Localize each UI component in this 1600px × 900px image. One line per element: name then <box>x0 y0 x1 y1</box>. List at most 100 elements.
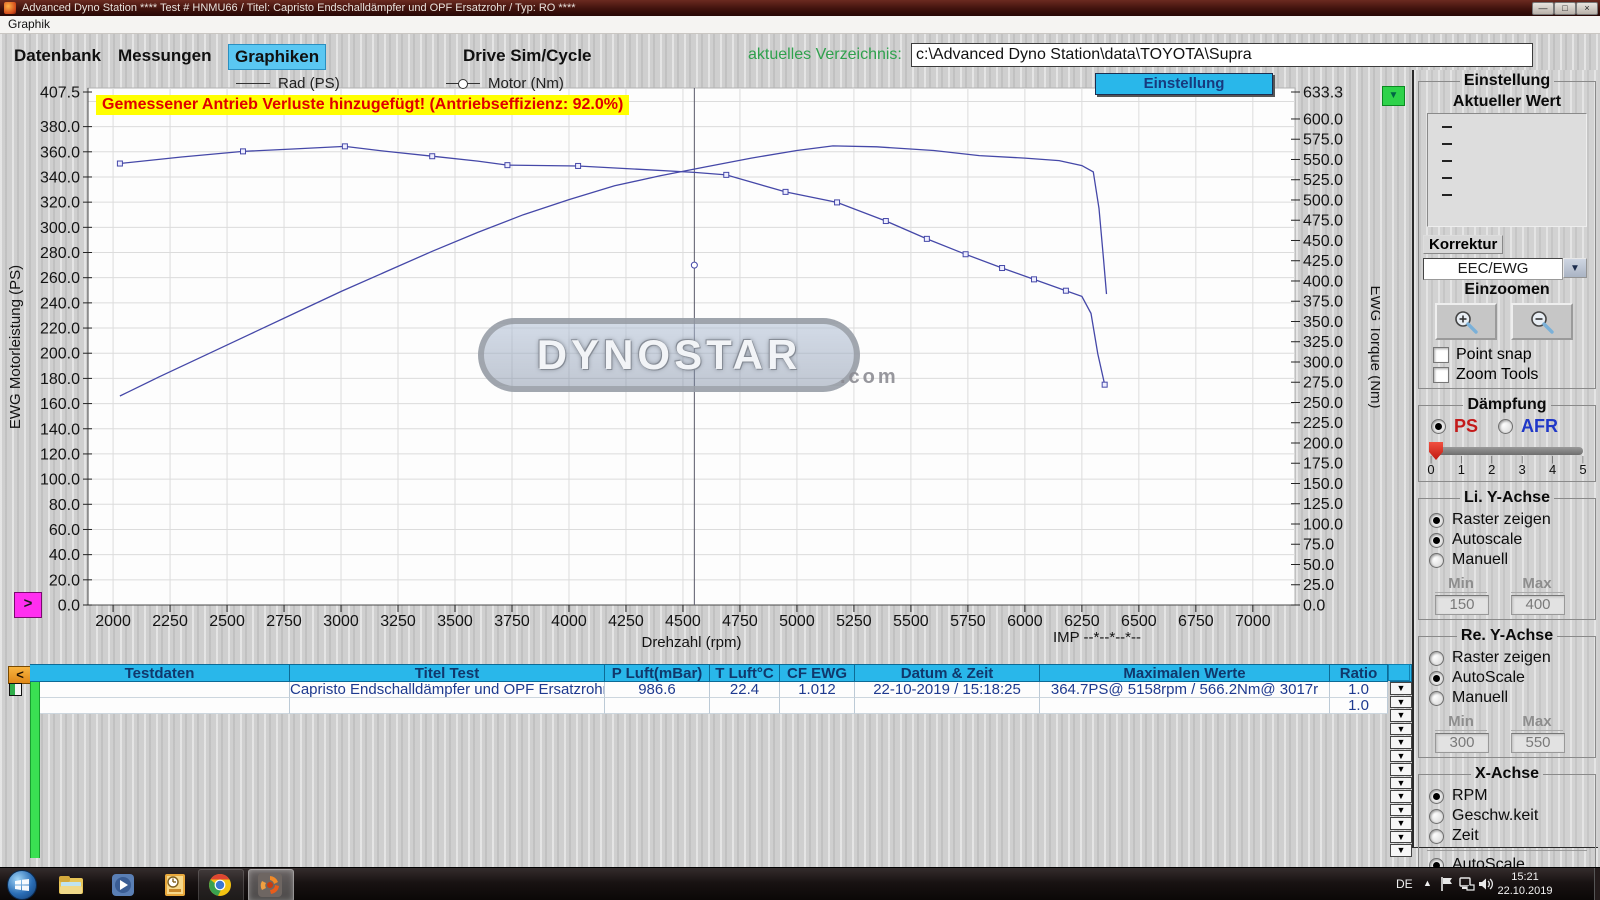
row-dropdown-button[interactable]: ▼ <box>1390 844 1412 857</box>
column-header-p-luft-mbar-[interactable]: P Luft(mBar) <box>605 664 710 682</box>
tray-language[interactable]: DE <box>1396 877 1413 891</box>
checkbox-point-snap[interactable]: Point snap <box>1433 346 1593 364</box>
svg-text:4250: 4250 <box>608 613 644 630</box>
row-dropdown-button[interactable]: ▼ <box>1390 723 1412 736</box>
radio-ps[interactable]: PS <box>1431 416 1478 437</box>
svg-text:180.0: 180.0 <box>40 371 80 388</box>
column-header-titel-test[interactable]: Titel Test <box>290 664 605 682</box>
checkbox-zoom-tools[interactable]: Zoom Tools <box>1433 366 1593 384</box>
svg-text:380.0: 380.0 <box>40 119 80 136</box>
svg-text:500.0: 500.0 <box>1303 192 1343 209</box>
row-dropdown-button[interactable]: ▼ <box>1390 790 1412 803</box>
taskbar-explorer-button[interactable] <box>56 871 86 898</box>
chrome-icon[interactable] <box>205 871 235 898</box>
close-button[interactable]: × <box>1576 2 1598 15</box>
left-axis-min-input[interactable]: 150 <box>1435 595 1489 615</box>
cell: 22.4 <box>710 682 780 698</box>
left-axis-max-input[interactable]: 400 <box>1511 595 1565 615</box>
panel-handle[interactable] <box>1388 664 1410 681</box>
row-dropdown-button[interactable]: ▼ <box>1390 709 1412 722</box>
chevron-down-icon[interactable]: ▼ <box>1563 258 1587 278</box>
daempfung-slider[interactable] <box>1431 447 1583 455</box>
svg-text:275.0: 275.0 <box>1303 375 1343 392</box>
row-dropdown-button[interactable]: ▼ <box>1390 750 1412 763</box>
korrektur-dropdown[interactable]: EEC/EWG ▼ <box>1423 258 1591 280</box>
radio-raster-zeigen[interactable]: Raster zeigen <box>1429 511 1593 529</box>
tray-clock[interactable]: 15:21 22.10.2019 <box>1492 870 1558 898</box>
radio-raster-zeigen[interactable]: Raster zeigen <box>1429 649 1593 667</box>
right-axis-max-input[interactable]: 550 <box>1511 733 1565 753</box>
legend-motor-nm: Motor (Nm) <box>446 74 564 92</box>
row-dropdown-button[interactable]: ▼ <box>1390 763 1412 776</box>
radio-autoscale[interactable]: Autoscale <box>1429 531 1593 549</box>
show-desktop-button[interactable] <box>1594 868 1600 900</box>
svg-text:5250: 5250 <box>836 613 872 630</box>
expand-left-button[interactable]: > <box>14 592 42 618</box>
taskbar-scheduler-button[interactable] <box>160 871 190 898</box>
drivetrain-loss-warning: Gemessener Antrieb Verluste hinzugefügt!… <box>96 95 629 115</box>
svg-text:140.0: 140.0 <box>40 421 80 438</box>
column-header-ratio[interactable]: Ratio <box>1330 664 1388 682</box>
minimize-button[interactable]: — <box>1532 2 1554 15</box>
svg-text:600.0: 600.0 <box>1303 111 1343 128</box>
menu-item-graphik[interactable]: Graphik <box>8 17 50 31</box>
slider-track[interactable] <box>1431 447 1583 455</box>
radio-zeit[interactable]: Zeit <box>1429 827 1593 845</box>
svg-text:425.0: 425.0 <box>1303 253 1343 270</box>
radio-rpm[interactable]: RPM <box>1429 787 1593 805</box>
table-row[interactable]: Capristo Endschalldämpfer und OPF Ersatz… <box>40 682 1388 698</box>
radio-geschw-keit[interactable]: Geschw.keit <box>1429 807 1593 825</box>
svg-text:340.0: 340.0 <box>40 169 80 186</box>
right-axis-minmax: Min300 Max550 <box>1435 713 1593 753</box>
directory-path-input[interactable] <box>911 43 1533 67</box>
network-icon[interactable] <box>1459 876 1475 897</box>
current-value-dash <box>1442 126 1452 128</box>
action-center-flag-icon[interactable] <box>1440 876 1454 897</box>
svg-text:6000: 6000 <box>1007 613 1043 630</box>
slider-tick: 1 <box>1455 457 1467 477</box>
chart-settings-button[interactable]: Einstellung <box>1095 73 1273 95</box>
svg-text:3250: 3250 <box>380 613 416 630</box>
row-dropdown-button[interactable]: ▼ <box>1390 817 1412 830</box>
table-collapse-button[interactable]: < <box>8 666 32 684</box>
table-body: Capristo Endschalldämpfer und OPF Ersatz… <box>40 682 1388 714</box>
column-header-cf-ewg[interactable]: CF EWG <box>780 664 855 682</box>
row-dropdown-button[interactable]: ▼ <box>1390 777 1412 790</box>
current-value-dash <box>1442 143 1452 145</box>
green-dropdown-button[interactable]: ▼ <box>1382 86 1405 106</box>
tray-time: 15:21 <box>1492 870 1558 884</box>
column-header-datum-zeit[interactable]: Datum & Zeit <box>855 664 1040 682</box>
zoom-out-button[interactable] <box>1511 303 1573 340</box>
row-dropdown-button[interactable]: ▼ <box>1390 831 1412 844</box>
column-header-maximalen-werte[interactable]: Maximalen Werte <box>1040 664 1330 682</box>
svg-text:260.0: 260.0 <box>40 270 80 287</box>
start-button[interactable] <box>7 870 37 900</box>
zoom-in-button[interactable] <box>1435 303 1497 340</box>
svg-text:25.0: 25.0 <box>1303 577 1334 594</box>
tab-datenbank[interactable]: Datenbank <box>14 44 101 68</box>
table-row[interactable]: 1.0 <box>40 698 1388 714</box>
windows-logo-icon <box>14 878 30 892</box>
directory-label: aktuelles Verzeichnis: <box>748 46 902 64</box>
line-swatch-icon <box>236 83 270 84</box>
maximize-button[interactable]: □ <box>1554 2 1576 15</box>
radio-manuell[interactable]: Manuell <box>1429 689 1593 707</box>
column-header-testdaten[interactable]: Testdaten <box>30 664 290 682</box>
radio-manuell[interactable]: Manuell <box>1429 551 1593 569</box>
row-dropdown-button[interactable]: ▼ <box>1390 696 1412 709</box>
tab-graphiken[interactable]: Graphiken <box>228 44 326 70</box>
tray-up-arrow-icon[interactable]: ▲ <box>1423 878 1432 888</box>
right-axis-min-input[interactable]: 300 <box>1435 733 1489 753</box>
row-dropdown-button[interactable]: ▼ <box>1390 804 1412 817</box>
radio-afr[interactable]: AFR <box>1498 416 1558 437</box>
radio-autoscale[interactable]: AutoScale <box>1429 669 1593 687</box>
svg-text:633.3: 633.3 <box>1303 85 1343 102</box>
tab-drive-sim[interactable]: Drive Sim/Cycle <box>463 44 592 68</box>
cell <box>780 698 855 714</box>
dyno-app-icon[interactable] <box>255 871 285 898</box>
tab-messungen[interactable]: Messungen <box>118 44 212 68</box>
column-header-t-luft-c[interactable]: T Luft°C <box>710 664 780 682</box>
row-dropdown-button[interactable]: ▼ <box>1390 736 1412 749</box>
taskbar-media-player-button[interactable] <box>108 871 138 898</box>
row-dropdown-button[interactable]: ▼ <box>1390 682 1412 695</box>
